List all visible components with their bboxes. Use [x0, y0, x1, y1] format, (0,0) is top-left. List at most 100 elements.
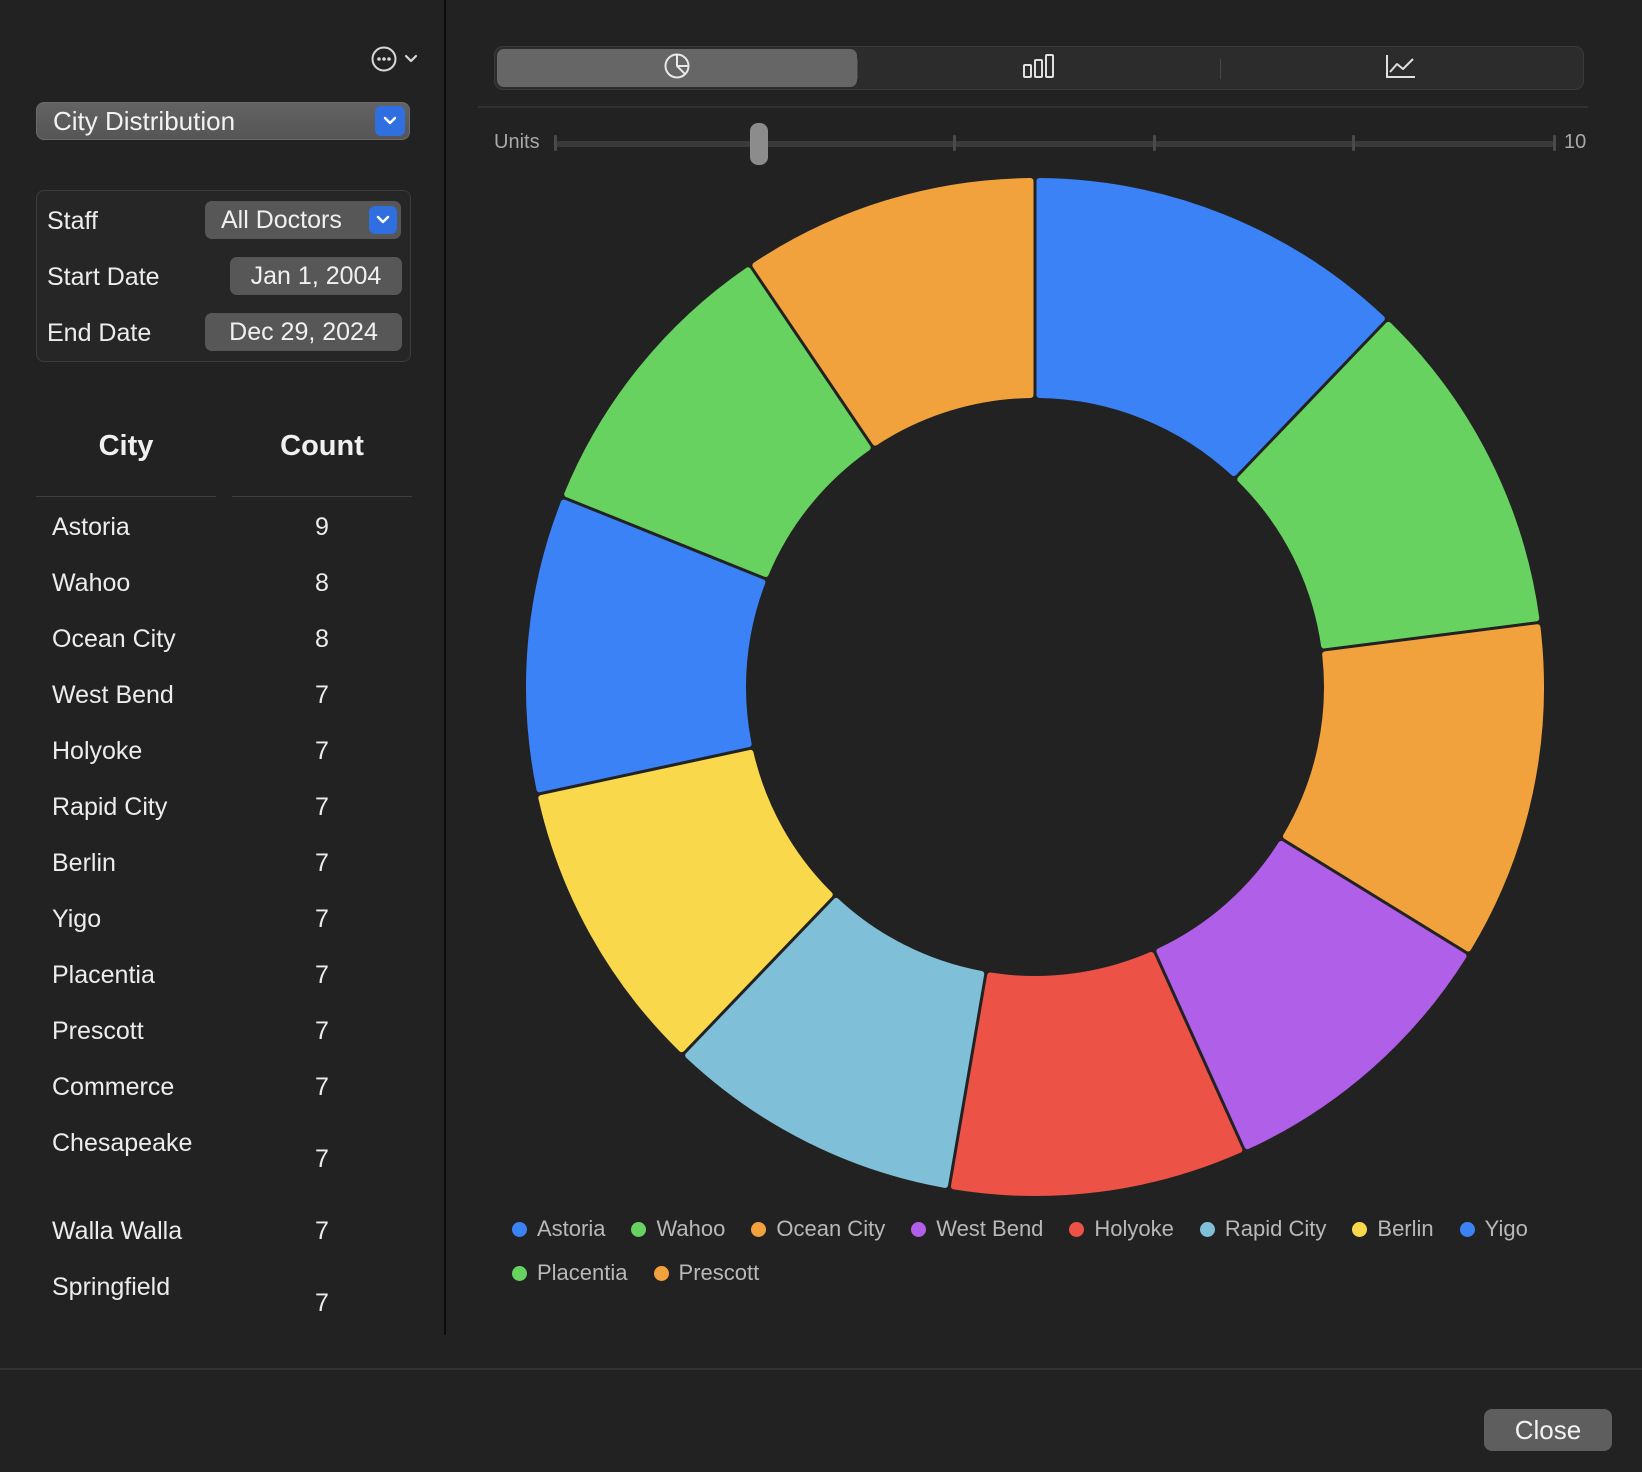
count-cell: 7 — [315, 1217, 329, 1245]
legend-label: Wahoo — [656, 1216, 726, 1241]
count-cell: 9 — [315, 513, 329, 541]
units-slider-track[interactable] — [556, 141, 1554, 147]
table-row[interactable]: Springfield 7 — [36, 1260, 412, 1348]
table-row[interactable]: Ocean City 8 — [36, 612, 412, 668]
legend-dot — [1352, 1221, 1368, 1237]
legend-label: Rapid City — [1224, 1216, 1327, 1241]
table-row[interactable]: Holyoke 7 — [36, 724, 412, 780]
legend-item: Berlin — [1352, 1216, 1434, 1242]
staff-select[interactable]: All Doctors — [205, 201, 401, 239]
legend-label: Yigo — [1484, 1216, 1528, 1241]
city-cell: Springfield — [52, 1273, 171, 1301]
count-cell: 7 — [315, 1073, 329, 1101]
city-distribution-window: City Distribution Staff All Doctors Star… — [0, 0, 1642, 1472]
count-cell: 7 — [315, 849, 329, 877]
count-cell: 7 — [315, 681, 329, 709]
tab-line-chart[interactable] — [1220, 49, 1581, 87]
legend-item: Astoria — [512, 1216, 605, 1242]
chart-legend: Astoria Wahoo Ocean City West Bend Holyoke Ra… — [512, 1216, 1572, 1286]
count-cell: 8 — [315, 569, 329, 597]
end-date-field[interactable]: Dec 29, 2024 — [205, 313, 402, 351]
units-slider-thumb[interactable] — [750, 123, 768, 165]
count-cell: 7 — [315, 1145, 329, 1173]
end-date-label: End Date — [47, 319, 152, 347]
slider-tick — [554, 135, 557, 151]
more-options-button[interactable] — [370, 44, 426, 74]
city-cell: Ocean City — [52, 625, 176, 653]
count-cell: 7 — [315, 1289, 329, 1317]
column-header-city[interactable]: City — [36, 430, 216, 463]
table-row[interactable]: Berlin 7 — [36, 836, 412, 892]
legend-dot — [653, 1265, 669, 1281]
legend-item: Holyoke — [1069, 1216, 1174, 1242]
legend-item: Rapid City — [1199, 1216, 1327, 1242]
report-type-select[interactable]: City Distribution — [36, 102, 410, 140]
city-cell: West Bend — [52, 681, 174, 709]
table-body: Astoria 9 Wahoo 8 Ocean City 8 West Bend 7 Holyo… — [36, 500, 412, 1348]
legend-item: Yigo — [1459, 1216, 1528, 1242]
count-cell: 7 — [315, 961, 329, 989]
pie-chart-icon — [663, 52, 691, 85]
count-cell: 7 — [315, 1017, 329, 1045]
city-cell: Placentia — [52, 961, 155, 989]
table-row[interactable]: Commerce 7 — [36, 1060, 412, 1116]
chevron-down-icon — [375, 106, 405, 136]
city-cell: Rapid City — [52, 793, 168, 821]
bar-chart-icon — [1022, 53, 1056, 84]
legend-label: Placentia — [537, 1260, 628, 1285]
slider-tick — [953, 135, 956, 151]
tab-pie-chart[interactable] — [497, 49, 857, 87]
city-cell: Prescott — [52, 1017, 144, 1045]
legend-item: Placentia — [512, 1260, 628, 1286]
legend-item: Wahoo — [631, 1216, 725, 1242]
slider-tick — [1153, 135, 1156, 151]
count-cell: 7 — [315, 905, 329, 933]
table-row[interactable]: Chesapeake 7 — [36, 1116, 412, 1204]
table-row[interactable]: Walla Walla 7 — [36, 1204, 412, 1260]
city-cell: Holyoke — [52, 737, 143, 765]
city-cell: Berlin — [52, 849, 116, 877]
legend-item: Ocean City — [751, 1216, 885, 1242]
legend-label: Berlin — [1377, 1216, 1434, 1241]
city-cell: Commerce — [52, 1073, 175, 1101]
table-row[interactable]: Astoria 9 — [36, 500, 412, 556]
table-row[interactable]: Prescott 7 — [36, 1004, 412, 1060]
units-max-label: 10 — [1564, 131, 1587, 153]
legend-dot — [911, 1221, 927, 1237]
sidebar: City Distribution Staff All Doctors Star… — [0, 0, 444, 1335]
start-date-field[interactable]: Jan 1, 2004 — [230, 257, 402, 295]
filter-panel: Staff All Doctors Start Date Jan 1, 2004… — [36, 190, 411, 362]
tab-bar-chart[interactable] — [857, 49, 1220, 87]
legend-dot — [1199, 1221, 1215, 1237]
table-row[interactable]: Placentia 7 — [36, 948, 412, 1004]
slider-tick — [1352, 135, 1355, 151]
sidebar-divider — [444, 0, 446, 1335]
footer-divider — [0, 1368, 1642, 1370]
city-cell: Walla Walla — [52, 1217, 183, 1245]
city-cell: Wahoo — [52, 569, 131, 597]
header-divider — [36, 496, 216, 497]
table-row[interactable]: West Bend 7 — [36, 668, 412, 724]
city-cell: Yigo — [52, 905, 102, 933]
count-cell: 8 — [315, 625, 329, 653]
city-cell: Astoria — [52, 513, 130, 541]
legend-item: Prescott — [653, 1260, 759, 1286]
legend-label: Ocean City — [776, 1216, 886, 1241]
toolbar-divider — [478, 106, 1588, 108]
table-row[interactable]: Rapid City 7 — [36, 780, 412, 836]
header-divider — [232, 496, 412, 497]
staff-value: All Doctors — [221, 205, 342, 234]
legend-dot — [1459, 1221, 1475, 1237]
legend-dot — [631, 1221, 647, 1237]
chevron-down-icon — [404, 54, 418, 64]
legend-dot — [512, 1221, 527, 1237]
legend-dot — [751, 1221, 767, 1237]
table-row[interactable]: Wahoo 8 — [36, 556, 412, 612]
table-row[interactable]: Yigo 7 — [36, 892, 412, 948]
chart-type-segmented-control — [494, 46, 1584, 90]
column-header-count[interactable]: Count — [232, 430, 412, 463]
ellipsis-circle-icon — [370, 45, 398, 73]
legend-label: Holyoke — [1094, 1216, 1174, 1241]
close-button[interactable]: Close — [1484, 1409, 1612, 1451]
legend-dot — [1069, 1221, 1085, 1237]
